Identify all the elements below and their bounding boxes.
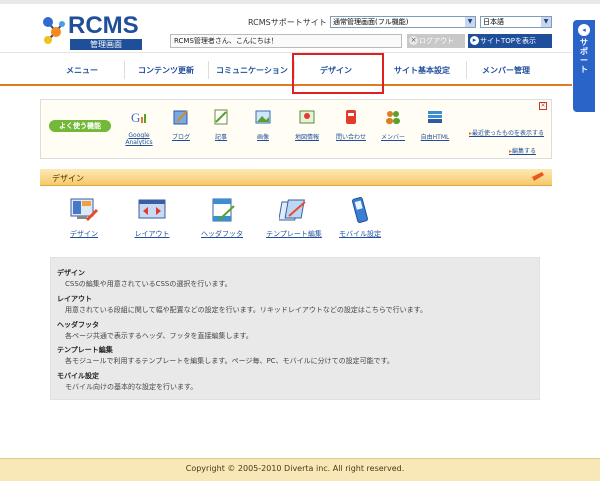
close-icon: × — [409, 36, 418, 45]
quick-map[interactable]: 地図情報 — [287, 108, 327, 141]
language-select-value: 日本語 — [483, 18, 504, 26]
image-icon — [255, 110, 271, 124]
description-panel: デザイン CSSの編集や用意されているCSSの選択を行います。 レイアウト 用意… — [50, 257, 540, 400]
svg-text:G: G — [131, 110, 140, 125]
logo-text: RCMS — [68, 12, 139, 39]
template-edit-icon — [278, 199, 306, 221]
design-item-mobile-settings[interactable]: モバイル設定 — [330, 196, 390, 239]
quick-article[interactable]: 記事 — [203, 108, 239, 141]
desc-heading-header-footer: ヘッダフッタ — [57, 321, 99, 329]
design-icon — [70, 198, 99, 222]
desc-text-design: CSSの編集や用意されているCSSの選択を行います。 — [65, 280, 232, 288]
arrow-left-icon: ◂ — [578, 24, 590, 36]
recent-items-label: 最近使ったものを表示する — [472, 130, 545, 137]
header: RCMS 管理画面 RCMSサポートサイト 通常管理画面(フル機能) ▼ 日本語… — [0, 4, 572, 51]
design-item-header-footer[interactable]: ヘッダフッタ — [192, 196, 252, 239]
quick-image[interactable]: 画像 — [245, 108, 281, 141]
desc-heading-mobile-settings: モバイル設定 — [57, 372, 99, 380]
nav-divider — [466, 61, 467, 79]
member-icon — [386, 111, 400, 124]
site-top-label: サイトTOPを表示 — [480, 37, 537, 45]
design-item-label: モバイル設定 — [339, 230, 381, 238]
desc-text-template-edit: 各モジュールで利用するテンプレートを編集します。ページ毎、PC、モバイルに分けて… — [65, 357, 394, 365]
support-side-tab[interactable]: ◂ サポート — [573, 20, 595, 112]
quick-access-panel: よく使う機能 × G Google Analytics ブログ 記事 画像 地図… — [40, 99, 552, 159]
article-icon — [214, 109, 228, 125]
nav-divider — [124, 61, 125, 79]
quick-member[interactable]: メンバー — [375, 108, 411, 141]
desc-heading-layout: レイアウト — [57, 295, 92, 303]
right-gutter — [572, 112, 600, 467]
pencil-icon — [530, 172, 544, 181]
design-item-design[interactable]: デザイン — [54, 196, 114, 239]
logo-subtitle: 管理画面 — [70, 39, 142, 50]
site-top-button[interactable]: ▸ サイトTOPを表示 — [468, 34, 552, 48]
desc-text-mobile-settings: モバイル向けの基本的な設定を行います。 — [65, 383, 198, 391]
logout-button[interactable]: × ログアウト — [407, 34, 465, 48]
logo-molecule-icon — [43, 17, 65, 44]
section-title: デザイン — [52, 174, 84, 183]
quick-item-label: ブログ — [171, 134, 190, 141]
active-tab-highlight — [292, 53, 384, 94]
copyright-text: Copyright © 2005-2010 Diverta inc. All r… — [185, 464, 405, 473]
nav-menu[interactable]: メニュー — [66, 65, 98, 76]
design-item-label: デザイン — [70, 230, 98, 238]
arrow-right-icon: ▸ — [470, 36, 479, 45]
chevron-down-icon: ▼ — [465, 17, 475, 27]
footer: Copyright © 2005-2010 Diverta inc. All r… — [0, 458, 600, 481]
quick-item-label: 地図情報 — [294, 134, 319, 141]
design-item-label: テンプレート編集 — [266, 230, 322, 238]
nav-divider — [208, 61, 209, 79]
mode-select-value: 通常管理画面(フル機能) — [333, 18, 409, 26]
nav-site-settings[interactable]: サイト基本設定 — [394, 65, 450, 76]
quick-free-html[interactable]: 自由HTML — [417, 108, 453, 141]
desc-heading-design: デザイン — [57, 269, 85, 277]
quick-blog[interactable]: ブログ — [163, 108, 199, 141]
chevron-down-icon: ▼ — [541, 17, 551, 27]
google-analytics-icon: G — [131, 110, 146, 125]
support-side-label: サポート — [580, 38, 588, 74]
mode-select[interactable]: 通常管理画面(フル機能) ▼ — [330, 16, 476, 28]
design-item-layout[interactable]: レイアウト — [122, 196, 182, 239]
logout-label: ログアウト — [419, 37, 454, 45]
quick-access-label: よく使う機能 — [49, 120, 111, 132]
nav-member-management[interactable]: メンバー管理 — [482, 65, 530, 76]
design-item-label: レイアウト — [134, 230, 170, 238]
desc-text-layout: 用意されている段組に関して幅や配置などの設定を行います。リキッドレイアウトなどの… — [65, 306, 427, 314]
quick-google-analytics[interactable]: G Google Analytics — [121, 108, 157, 146]
layout-icon — [138, 199, 166, 219]
quick-inquiry[interactable]: 問い合わせ — [331, 108, 371, 141]
section-header: デザイン — [40, 169, 552, 186]
mobile-icon — [352, 197, 368, 223]
header-footer-icon — [212, 198, 235, 222]
blog-icon — [173, 110, 188, 125]
quick-item-label: 記事 — [214, 134, 227, 141]
nav-communication[interactable]: コミュニケーション — [216, 65, 288, 76]
quick-item-label: 自由HTML — [420, 134, 450, 141]
quick-item-label: 画像 — [256, 134, 269, 141]
main-nav: メニュー コンテンツ更新 コミュニケーション デザイン サイト基本設定 メンバー… — [0, 52, 572, 86]
free-html-icon — [428, 111, 442, 123]
quick-item-label: Google Analytics — [125, 132, 153, 146]
design-item-label: ヘッダフッタ — [201, 230, 243, 238]
quick-item-label: 問い合わせ — [335, 134, 366, 141]
greeting-text: RCMS管理者さん、こんにちは！ — [170, 34, 402, 48]
desc-text-header-footer: 各ページ共通で表示するヘッダ、フッタを直接編集します。 — [65, 332, 253, 340]
rcms-logo[interactable]: RCMS 管理画面 — [40, 12, 150, 52]
quick-item-label: メンバー — [380, 134, 405, 141]
support-site-label[interactable]: RCMSサポートサイト — [248, 17, 327, 28]
nav-content-update[interactable]: コンテンツ更新 — [138, 65, 194, 76]
edit-quick-label: 編集する — [512, 148, 537, 155]
language-select[interactable]: 日本語 ▼ — [480, 16, 552, 28]
inquiry-icon — [346, 110, 356, 124]
close-icon[interactable]: × — [539, 102, 547, 110]
design-item-template-edit[interactable]: テンプレート編集 — [262, 196, 326, 239]
edit-quick-link[interactable]: ▸編集する — [509, 146, 536, 155]
desc-heading-template-edit: テンプレート編集 — [57, 346, 113, 354]
map-icon — [299, 110, 315, 124]
recent-items-link[interactable]: ▸最近使ったものを表示する — [469, 128, 544, 137]
